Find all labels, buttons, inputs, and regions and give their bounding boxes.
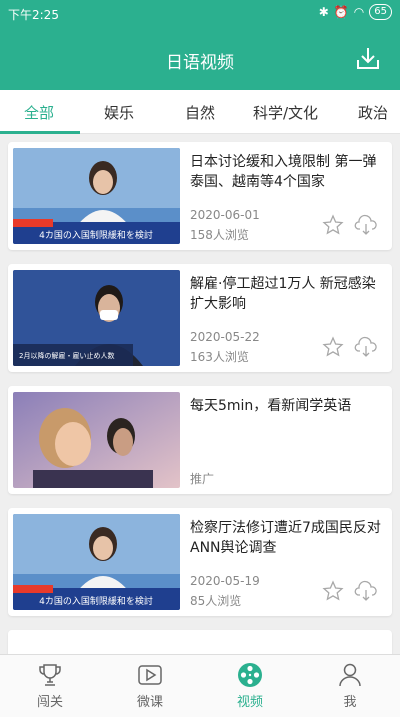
video-card[interactable]: 4カ国の入国制限緩和を検討 检察厅法修订遭近7成国民反对 ANN舆论调查 202… xyxy=(8,508,392,616)
download-icon[interactable] xyxy=(354,44,382,72)
cloud-download-icon[interactable] xyxy=(354,214,378,236)
nav-item-video[interactable]: 视频 xyxy=(210,661,290,710)
nav-label: 视频 xyxy=(236,695,263,710)
trophy-icon xyxy=(39,664,61,686)
nav-label: 微课 xyxy=(136,695,163,710)
ad-card[interactable]: 每天5min，看新闻学英语 推广 xyxy=(8,386,392,494)
favorite-star-icon[interactable] xyxy=(322,336,344,358)
video-views: 158人浏览 xyxy=(190,228,249,242)
nav-item-me[interactable]: 我 xyxy=(310,661,390,710)
tab-entertainment[interactable]: 娱乐 xyxy=(104,102,134,123)
video-card-partial[interactable] xyxy=(8,630,392,654)
battery-indicator: 65 xyxy=(369,4,392,20)
cloud-download-icon[interactable] xyxy=(354,336,378,358)
status-time: 下午2:25 xyxy=(8,8,59,22)
tab-nature[interactable]: 自然 xyxy=(185,102,215,123)
video-card[interactable]: 2月以降の解雇・雇い止め人数 解雇·停工超过1万人 新冠感染扩大影响 2020-… xyxy=(8,264,392,372)
tab-science-culture[interactable]: 科学/文化 xyxy=(253,102,318,123)
video-title[interactable]: 解雇·停工超过1万人 新冠感染扩大影响 xyxy=(190,274,386,314)
video-views: 163人浏览 xyxy=(190,350,249,364)
nav-label: 我 xyxy=(343,695,357,710)
film-reel-icon xyxy=(238,663,262,687)
status-bar: 下午2:25 ✱ ⏰ ◠ 65 xyxy=(0,0,400,26)
category-tabs: 全部 娱乐 自然 科学/文化 政治 xyxy=(0,90,400,134)
nav-item-microcourse[interactable]: 微课 xyxy=(110,661,190,710)
person-icon xyxy=(339,663,361,687)
ad-title[interactable]: 每天5min，看新闻学英语 xyxy=(190,396,386,416)
video-card[interactable]: 4カ国の入国制限緩和を検討 日本讨论缓和入境限制 第一弹泰国、越南等4个国家 2… xyxy=(8,142,392,250)
cloud-download-icon[interactable] xyxy=(354,580,378,602)
bluetooth-icon: ✱ xyxy=(318,5,329,19)
thumbnail-caption: 4カ国の入国制限緩和を検討 xyxy=(39,229,153,241)
video-date: 2020-06-01 xyxy=(190,208,260,222)
bottom-navigation: 闯关 微课 视频 我 xyxy=(0,654,400,717)
favorite-star-icon[interactable] xyxy=(322,580,344,602)
video-date: 2020-05-19 xyxy=(190,574,260,588)
video-thumbnail[interactable]: 4カ国の入国制限緩和を検討 xyxy=(13,148,180,244)
page-title: 日语视频 xyxy=(166,53,234,73)
ad-label: 推广 xyxy=(190,472,215,486)
video-views: 85人浏览 xyxy=(190,594,242,608)
thumbnail-caption: 2月以降の解雇・雇い止め人数 xyxy=(19,351,114,360)
video-title[interactable]: 检察厅法修订遭近7成国民反对 ANN舆论调查 xyxy=(190,518,386,558)
ad-thumbnail[interactable] xyxy=(13,392,180,488)
video-feed[interactable]: 4カ国の入国制限緩和を検討 日本讨论缓和入境限制 第一弹泰国、越南等4个国家 2… xyxy=(0,134,400,654)
nav-item-challenge[interactable]: 闯关 xyxy=(10,661,90,710)
play-icon xyxy=(138,665,162,685)
video-thumbnail[interactable]: 4カ国の入国制限緩和を検討 xyxy=(13,514,180,610)
video-title[interactable]: 日本讨论缓和入境限制 第一弹泰国、越南等4个国家 xyxy=(190,152,386,192)
nav-label: 闯关 xyxy=(36,695,63,710)
status-icons: ✱ ⏰ ◠ 65 xyxy=(319,4,392,20)
thumbnail-caption: 4カ国の入国制限緩和を検討 xyxy=(39,595,153,607)
wifi-icon: ◠ xyxy=(353,5,365,19)
tab-politics[interactable]: 政治 xyxy=(358,102,388,123)
title-bar: 日语视频 xyxy=(0,40,400,80)
favorite-star-icon[interactable] xyxy=(322,214,344,236)
video-date: 2020-05-22 xyxy=(190,330,260,344)
alarm-icon: ⏰ xyxy=(333,5,349,19)
video-thumbnail[interactable]: 2月以降の解雇・雇い止め人数 xyxy=(13,270,180,366)
header-bar: 下午2:25 ✱ ⏰ ◠ 65 日语视频 xyxy=(0,0,400,90)
tab-all[interactable]: 全部 xyxy=(24,102,54,123)
